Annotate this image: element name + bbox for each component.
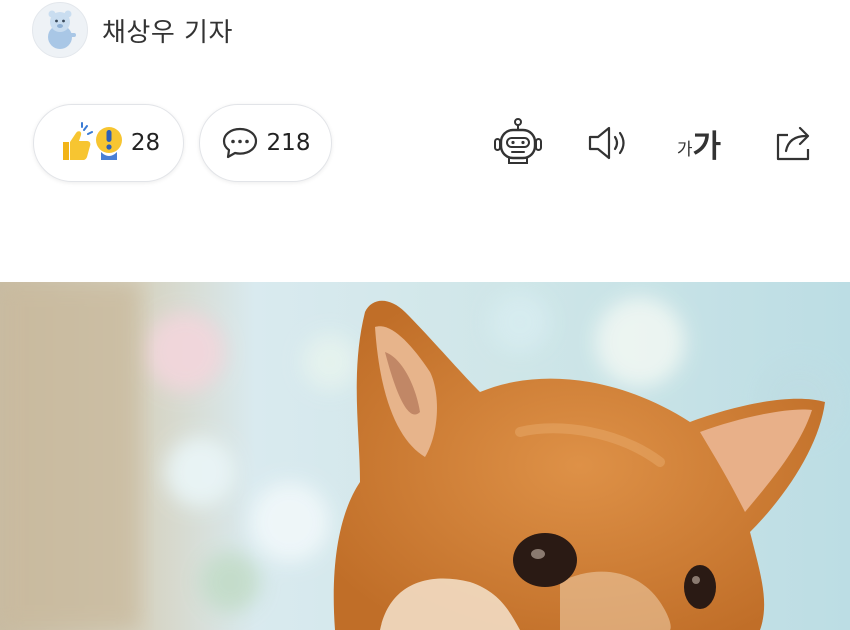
share-button[interactable]	[768, 115, 820, 171]
thumbs-up-exclamation-icon	[62, 122, 122, 160]
author-avatar[interactable]	[32, 2, 88, 58]
share-icon	[776, 126, 810, 161]
shiba-inu-dog-photo	[0, 282, 850, 630]
author-name[interactable]: 채상우 기자	[102, 12, 233, 49]
robot-icon	[494, 118, 542, 164]
speaker-icon	[588, 126, 625, 160]
font-size-small-label: 가	[676, 139, 693, 160]
comment-count: 218	[266, 130, 311, 156]
reaction-count: 28	[130, 130, 161, 156]
article-photo	[0, 282, 850, 630]
reaction-button[interactable]: 28	[33, 104, 184, 182]
font-size-button[interactable]: 가 가	[668, 115, 730, 171]
author-row[interactable]: 채상우 기자	[32, 2, 233, 58]
read-aloud-button[interactable]	[582, 115, 634, 171]
article-page: 채상우 기자 28 218 가 가	[0, 0, 850, 630]
speech-bubble-icon	[222, 127, 257, 159]
font-size-large-label: 가	[692, 128, 722, 165]
cartoon-bear-avatar-icon	[48, 10, 76, 49]
comment-button[interactable]: 218	[199, 104, 332, 182]
ai-summary-button[interactable]	[490, 115, 546, 171]
